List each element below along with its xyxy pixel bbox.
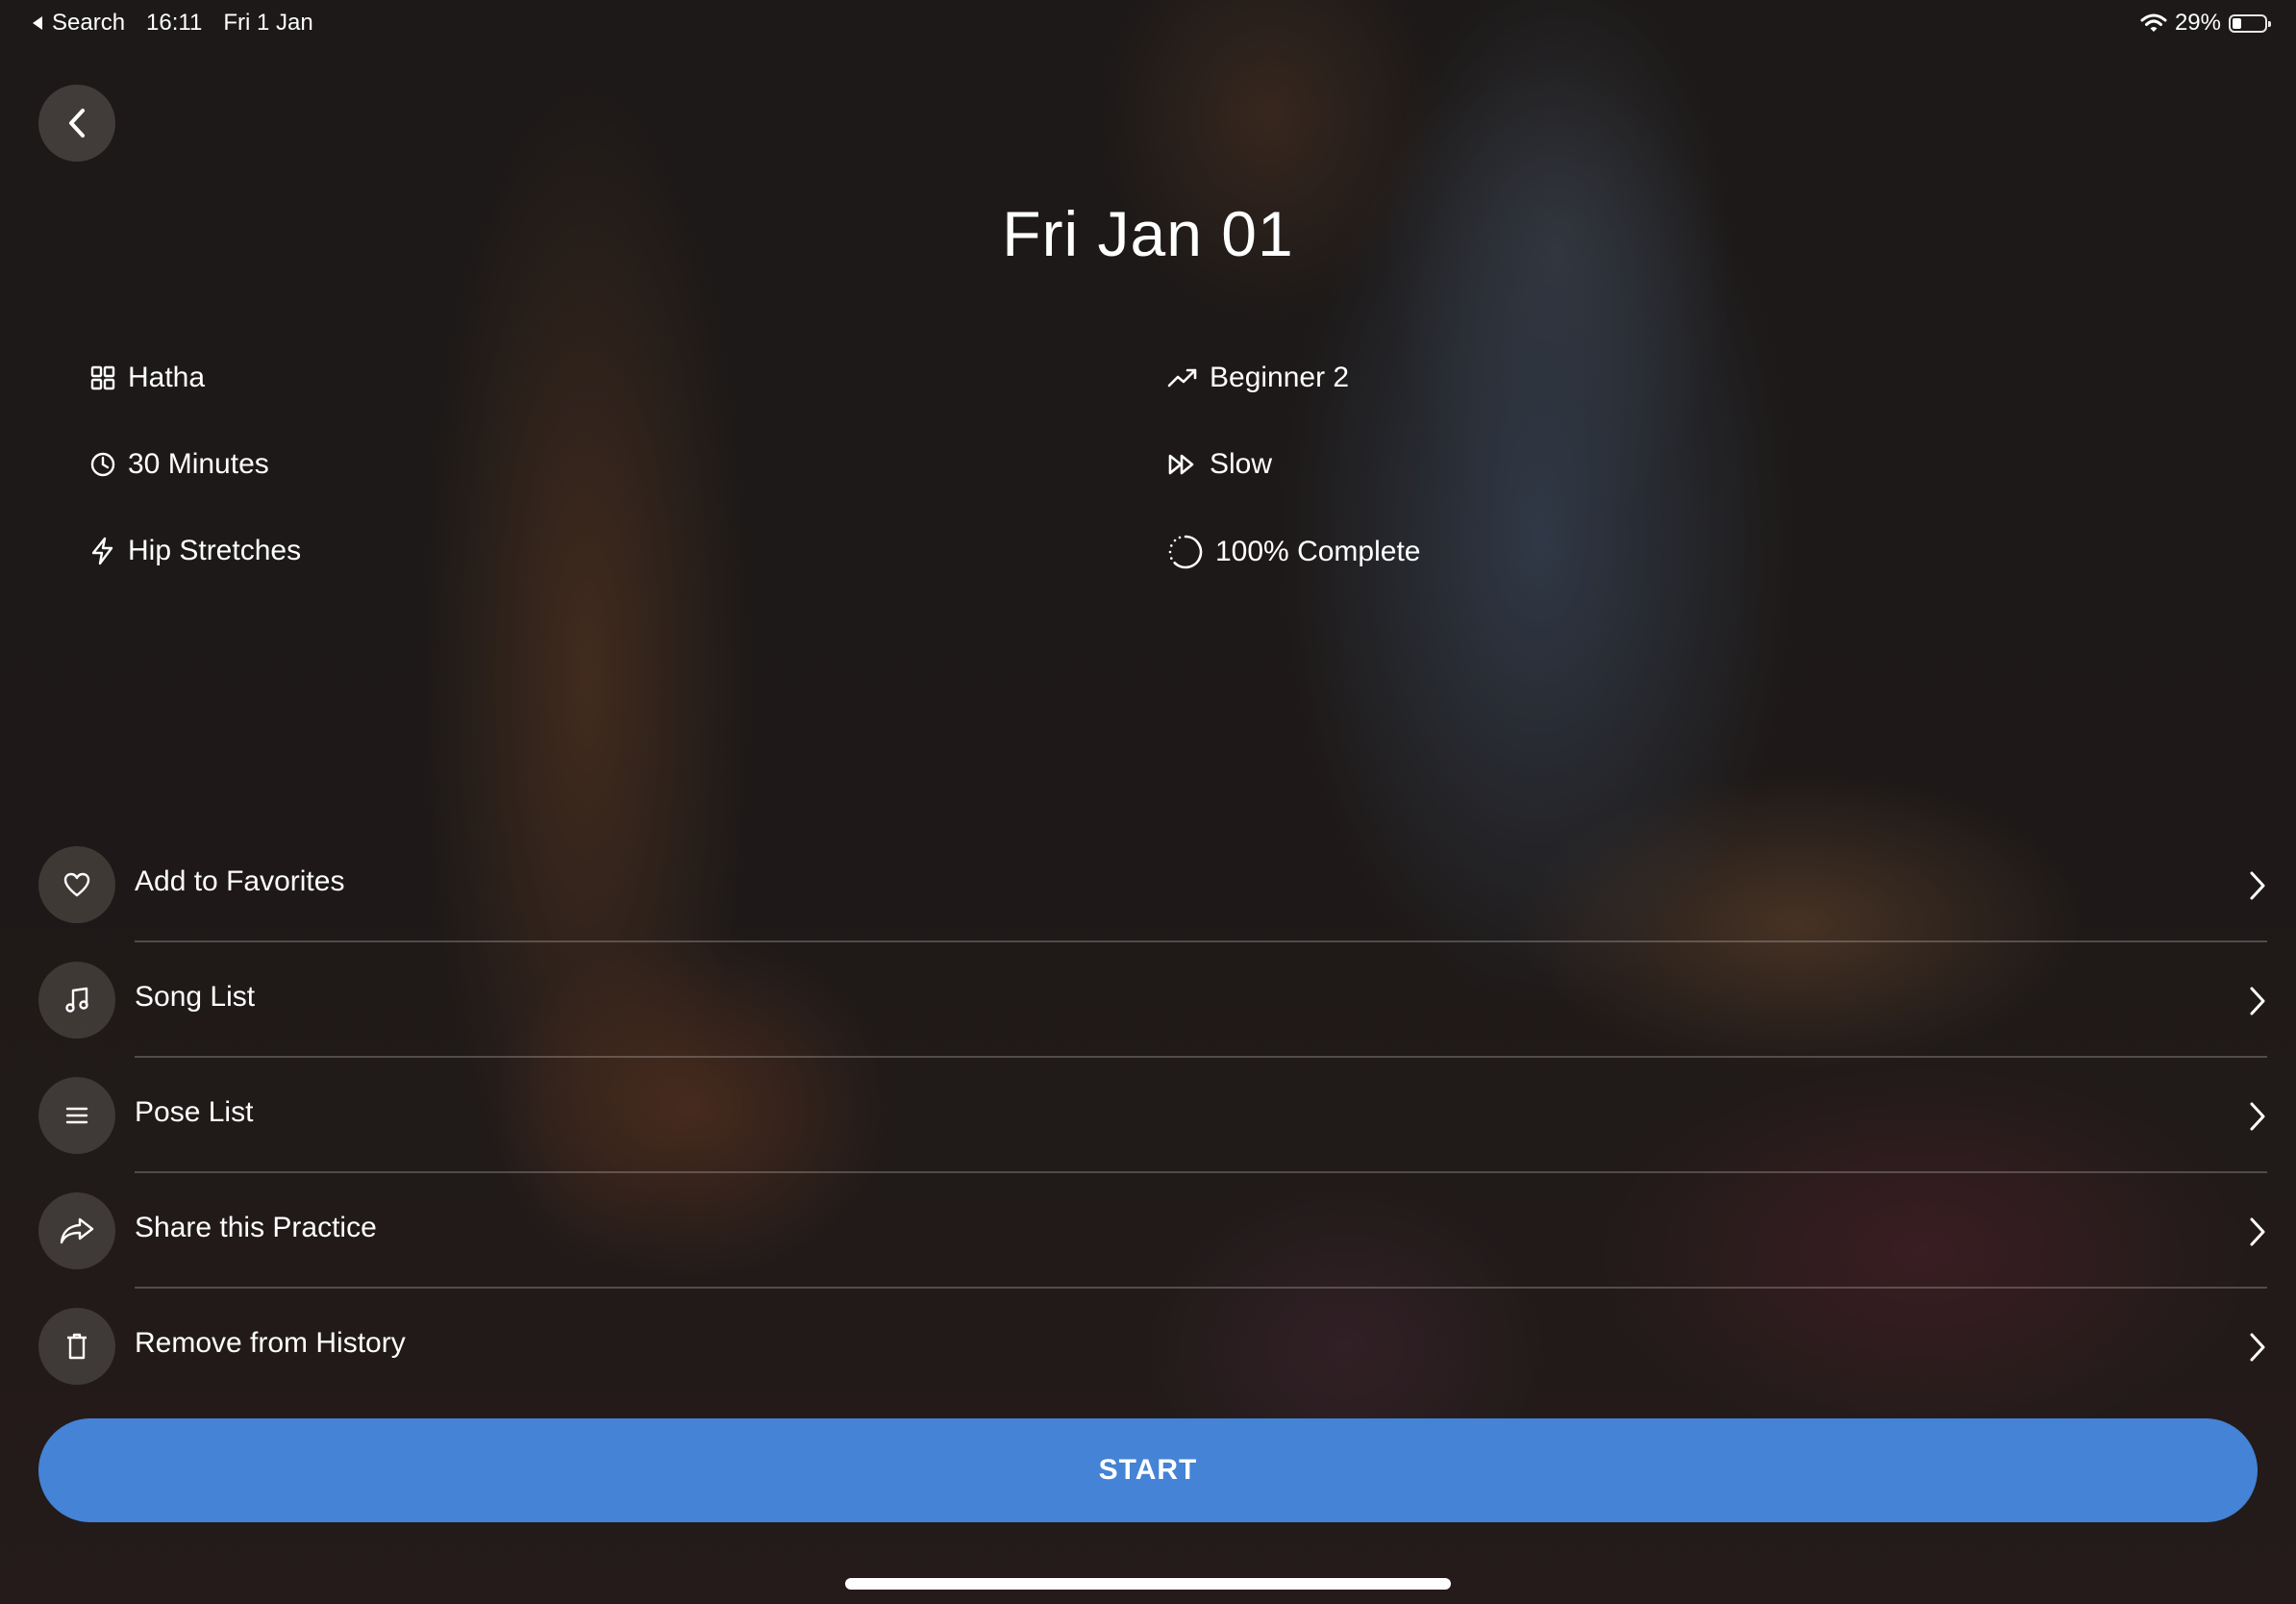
back-button[interactable] [38,85,115,162]
grid-icon [90,365,115,390]
start-button[interactable]: START [38,1418,2258,1522]
action-label: Song List [135,981,256,1013]
divider [135,1287,2267,1289]
status-bar-right: 29% [2140,10,2271,37]
detail-level: Beginner 2 [1167,362,1349,394]
action-label: Share this Practice [135,1212,377,1243]
lightning-icon [91,537,113,565]
trash-icon [67,1333,87,1360]
action-label: Pose List [135,1096,254,1128]
detail-style: Hatha [89,362,205,394]
chevron-right-icon [2250,1333,2265,1362]
divider [135,1171,2267,1173]
action-icon-circle [38,962,115,1039]
detail-progress-label: 100% Complete [1215,536,1421,567]
detail-pace: Slow [1167,448,1272,481]
battery-percent: 29% [2174,10,2221,36]
detail-duration-label: 30 Minutes [128,448,269,480]
action-song-list[interactable]: Song List [38,962,2267,1077]
back-app-label: Search [52,10,126,36]
chevron-right-icon [2250,987,2265,1015]
heart-icon [63,872,90,897]
action-icon-circle [38,846,115,923]
status-bar-left: Search 16:11 Fri 1 Jan [31,10,313,37]
back-triangle-icon [33,16,42,30]
fast-forward-icon [1168,454,1194,475]
action-add-to-favorites[interactable]: Add to Favorites [38,846,2267,962]
trend-up-icon [1167,368,1197,388]
wifi-icon [2140,13,2167,32]
battery-icon [2229,13,2271,33]
back-to-app-link[interactable]: Search [31,10,125,37]
share-icon [60,1217,94,1244]
status-date: Fri 1 Jan [223,10,313,36]
action-label: Remove from History [135,1327,406,1359]
detail-focus-label: Hip Stretches [128,535,302,566]
detail-level-label: Beginner 2 [1210,362,1350,393]
chevron-right-icon [2250,871,2265,900]
detail-style-label: Hatha [128,362,206,393]
home-indicator[interactable] [845,1578,1451,1590]
action-pose-list[interactable]: Pose List [38,1077,2267,1192]
chevron-right-icon [2250,1102,2265,1131]
action-icon-circle [38,1192,115,1269]
progress-circle-icon [1168,535,1203,569]
status-time: 16:11 [146,10,203,36]
detail-duration: 30 Minutes [89,448,269,481]
action-share-practice[interactable]: Share this Practice [38,1192,2267,1308]
chevron-right-icon [2250,1217,2265,1246]
action-icon-circle [38,1077,115,1154]
detail-progress: 100% Complete [1167,534,1420,570]
detail-focus: Hip Stretches [89,535,301,567]
divider [135,940,2267,942]
page-title: Fri Jan 01 [1002,198,1294,269]
action-label: Add to Favorites [135,865,345,897]
clock-icon [90,452,115,477]
action-remove-from-history[interactable]: Remove from History [38,1308,2267,1423]
chevron-left-icon [69,109,85,138]
list-icon [65,1107,88,1124]
action-icon-circle [38,1308,115,1385]
music-note-icon [65,987,88,1013]
detail-pace-label: Slow [1210,448,1273,480]
divider [135,1056,2267,1058]
